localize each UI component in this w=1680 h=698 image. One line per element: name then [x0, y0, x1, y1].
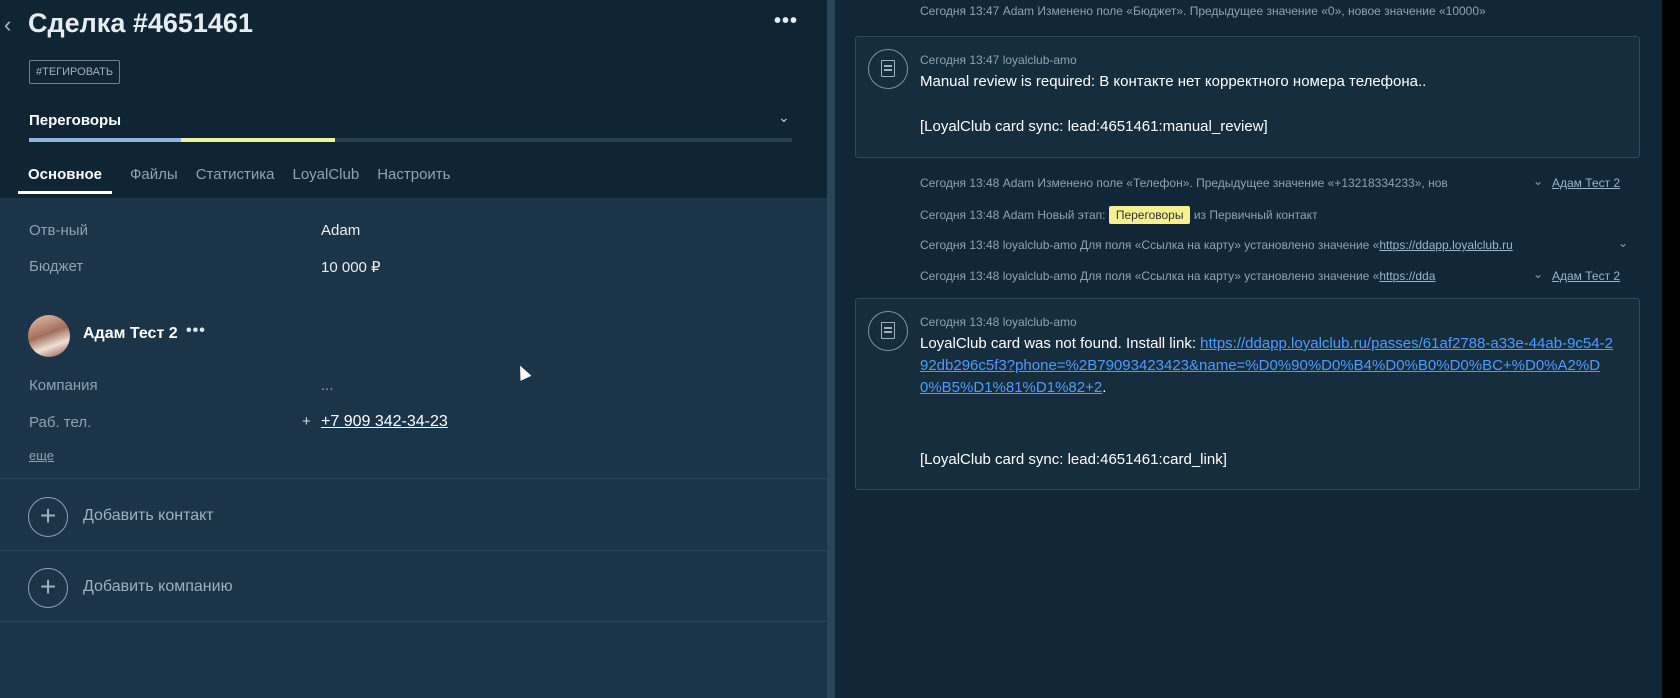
chevron-down-icon[interactable]: ⌄	[778, 109, 790, 126]
add-contact-button[interactable]: Добавить контакт	[83, 507, 214, 525]
add-company-icon[interactable]: +	[28, 568, 68, 608]
more-fields-link[interactable]: еще	[29, 448, 54, 463]
tab-statistics[interactable]: Статистика	[196, 166, 275, 194]
tab-main[interactable]: Основное	[18, 166, 113, 194]
divider	[0, 550, 827, 551]
mouse-cursor-icon	[514, 363, 532, 381]
stage-progress-segment-current	[181, 138, 335, 142]
note-text-suffix: .	[1102, 379, 1107, 396]
chevron-down-icon[interactable]: ⌄	[1533, 174, 1543, 188]
add-phone-icon[interactable]: +	[302, 413, 311, 430]
note-text-prefix: LoyalClub card was not found. Install li…	[920, 335, 1201, 352]
field-value-responsible[interactable]: Adam	[321, 222, 360, 239]
note-sync-id: [LoyalClub card sync: lead:4651461:card_…	[920, 451, 1227, 468]
log-stage-from: из Первичный контакт	[1193, 208, 1318, 222]
stage-progress-segment	[29, 138, 181, 142]
chevron-down-icon[interactable]: ⌄	[1618, 236, 1628, 250]
log-contact-link[interactable]: Адам Тест 2	[1552, 176, 1620, 190]
feed-log-budget: Сегодня 13:47 Adam Изменено поле «Бюджет…	[920, 4, 1486, 18]
page-title: Сделка #4651461	[28, 8, 253, 38]
note-document-icon	[868, 49, 908, 89]
stage-highlight-badge: Переговоры	[1108, 206, 1191, 224]
log-card-url[interactable]: https://ddapp.loyalclub.ru	[1379, 238, 1512, 252]
lead-panel: ‹ Сделка #4651461 ••• #ТЕГИРОВАТЬ Перего…	[0, 0, 827, 698]
tag-button[interactable]: #ТЕГИРОВАТЬ	[29, 60, 121, 84]
add-contact-icon[interactable]: +	[28, 497, 68, 537]
field-value-company[interactable]: ...	[321, 377, 334, 394]
tab-bar: Основное Файлы Статистика LoyalClub Наст…	[18, 166, 469, 194]
work-phone-link[interactable]: +7 909 342-34-23	[321, 413, 448, 431]
field-label-responsible: Отв-ный	[29, 222, 88, 239]
note-meta: Сегодня 13:48 loyalclub-amo	[920, 315, 1077, 329]
feed-log-card-link: Сегодня 13:48 loyalclub-amo Для поля «Сс…	[920, 238, 1513, 252]
feed-note-card-2: Сегодня 13:48 loyalclub-amo LoyalClub ca…	[855, 298, 1640, 490]
log-card-link-text-2: Сегодня 13:48 loyalclub-amo Для поля «Сс…	[920, 269, 1380, 283]
note-text: LoyalClub card was not found. Install li…	[920, 333, 1620, 399]
note-document-icon	[868, 311, 908, 351]
note-text: Manual review is required: В контакте не…	[920, 73, 1427, 90]
contact-name[interactable]: Адам Тест 2	[83, 325, 178, 343]
field-label-work-phone: Раб. тел.	[29, 414, 92, 431]
feed-log-stage: Сегодня 13:48 Adam Новый этап: Переговор…	[920, 206, 1318, 224]
note-sync-id: [LoyalClub card sync: lead:4651461:manua…	[920, 118, 1268, 135]
more-options-icon[interactable]: •••	[774, 10, 798, 33]
avatar[interactable]	[28, 315, 70, 357]
window-edge	[1662, 0, 1680, 698]
log-contact-link-2[interactable]: Адам Тест 2	[1552, 269, 1620, 283]
feed-note-card: Сегодня 13:47 loyalclub-amo Manual revie…	[855, 36, 1640, 158]
contact-more-icon[interactable]: •••	[186, 322, 206, 340]
divider	[0, 478, 827, 479]
log-stage-text: Сегодня 13:48 Adam Новый этап:	[920, 208, 1106, 222]
panel-divider[interactable]	[827, 0, 835, 698]
back-arrow-icon[interactable]: ‹	[4, 12, 11, 38]
chevron-down-icon[interactable]: ⌄	[1533, 267, 1543, 281]
feed-log-card-link-2: Сегодня 13:48 loyalclub-amo Для поля «Сс…	[920, 269, 1435, 283]
add-company-button[interactable]: Добавить компанию	[83, 578, 233, 596]
tab-loyalclub[interactable]: LoyalClub	[292, 166, 359, 194]
tab-settings[interactable]: Настроить	[377, 166, 450, 194]
field-value-budget[interactable]: 10 000 ₽	[321, 258, 381, 276]
feed-log-phone: Сегодня 13:48 Adam Изменено поле «Телефо…	[920, 176, 1448, 190]
log-card-url-2[interactable]: https://dda	[1379, 269, 1435, 283]
note-meta: Сегодня 13:47 loyalclub-amo	[920, 53, 1077, 67]
tab-files[interactable]: Файлы	[130, 166, 178, 194]
field-label-budget: Бюджет	[29, 258, 84, 275]
field-label-company: Компания	[29, 377, 98, 394]
pipeline-stage[interactable]: Переговоры	[29, 112, 121, 129]
divider	[0, 621, 827, 622]
log-card-link-text: Сегодня 13:48 loyalclub-amo Для поля «Сс…	[920, 238, 1380, 252]
